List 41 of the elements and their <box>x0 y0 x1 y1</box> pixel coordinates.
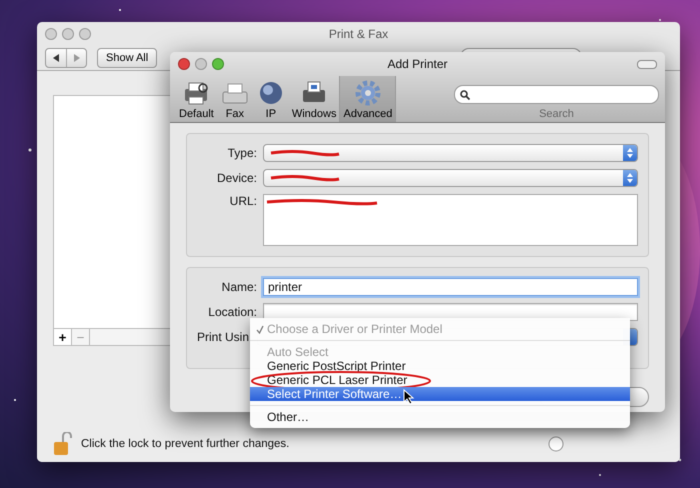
field-label: Type: <box>226 146 257 160</box>
help-icon[interactable] <box>548 436 564 452</box>
lock-message: Click the lock to prevent further changes. <box>81 438 290 450</box>
window-control-button[interactable] <box>212 58 224 70</box>
toolbar-tab[interactable]: Fax <box>216 76 253 122</box>
popup-menu[interactable] <box>263 144 638 162</box>
field-label: Name: <box>220 280 257 294</box>
toolbar-tab[interactable]: IP <box>252 76 289 122</box>
field-label: Device: <box>216 171 257 185</box>
cursor-icon <box>403 389 415 405</box>
window-title: Add Printer <box>387 57 448 71</box>
checkmark-icon <box>256 324 264 334</box>
search-field[interactable] <box>454 85 659 104</box>
window-control-button[interactable] <box>195 58 207 70</box>
toolbar-tab[interactable]: Default <box>176 76 217 122</box>
field-label: Location: <box>207 305 257 319</box>
window-control-button[interactable] <box>178 58 190 70</box>
window-control-button[interactable] <box>62 28 74 40</box>
right-arrow-icon <box>72 54 80 62</box>
url-field[interactable] <box>263 194 638 246</box>
toolbar-tab[interactable]: Advanced <box>339 76 396 122</box>
gear-icon <box>352 80 383 106</box>
menu-item[interactable]: Generic PostScript Printer <box>250 359 630 373</box>
search-icon <box>460 90 470 100</box>
toolbar-tab[interactable]: Windows <box>288 76 340 122</box>
stepper-arrows-icon <box>627 173 633 183</box>
field-label: URL: <box>228 194 257 208</box>
lock-icon <box>53 432 75 456</box>
window-control-button[interactable] <box>45 28 57 40</box>
menu-item[interactable]: Other… <box>250 410 630 424</box>
popup-menu[interactable] <box>263 169 638 187</box>
stepper-arrows-icon <box>627 148 633 158</box>
search-label: Search <box>539 108 574 120</box>
name-field[interactable]: printer <box>263 278 638 296</box>
add-button[interactable]: + <box>54 329 72 345</box>
show-all-button[interactable]: Show All <box>97 48 158 68</box>
toolbar-pill-button[interactable] <box>637 60 657 68</box>
field-label: Print Usin <box>196 330 249 344</box>
window-control-button[interactable] <box>79 28 91 40</box>
window-title: Print & Fax <box>328 27 388 41</box>
left-arrow-icon <box>52 54 60 62</box>
